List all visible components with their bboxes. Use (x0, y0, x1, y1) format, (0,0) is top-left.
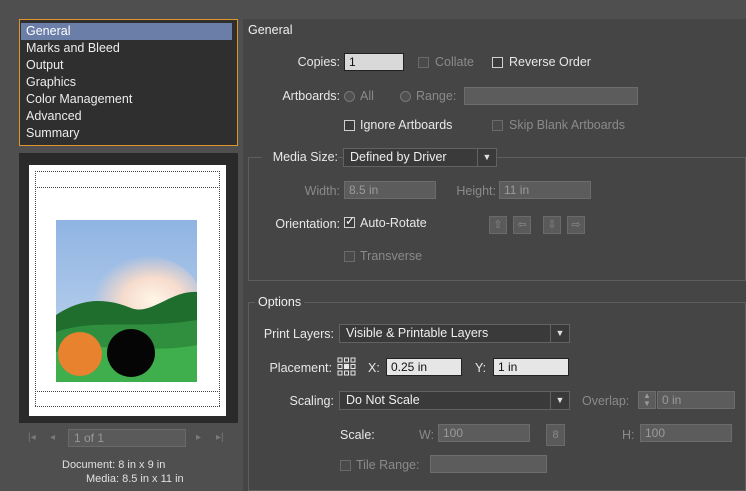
category-graphics[interactable]: Graphics (26, 74, 76, 91)
width-input[interactable]: 8.5 in (344, 181, 436, 199)
artboards-label: Artboards: (282, 89, 340, 103)
category-color-management[interactable]: Color Management (26, 91, 132, 108)
transverse-checkbox[interactable] (344, 251, 355, 262)
next-page-icon[interactable]: ▸ (196, 432, 201, 443)
overlap-stepper[interactable]: ▲ ▼ (638, 391, 656, 409)
auto-rotate-label: Auto-Rotate (360, 216, 427, 230)
scale-height-input[interactable]: 100 (640, 424, 732, 442)
placement-grid-icon[interactable] (337, 357, 356, 376)
flipped-portrait-orientation-icon[interactable]: ⇩ (543, 216, 561, 234)
portrait-orientation-icon[interactable]: ⇧ (489, 216, 507, 234)
artboard-range-input[interactable] (464, 87, 638, 105)
collate-label: Collate (435, 55, 474, 69)
category-advanced[interactable]: Advanced (26, 108, 82, 125)
copies-input[interactable]: 1 (344, 53, 404, 71)
y-position-input[interactable]: 1 in (493, 358, 569, 376)
skip-blank-artboards-checkbox[interactable] (492, 120, 503, 131)
copies-label: Copies: (297, 55, 340, 69)
print-layers-label: Print Layers: (263, 327, 334, 341)
placement-label: Placement: (269, 361, 332, 375)
section-title-options: Options (255, 295, 305, 309)
category-list[interactable]: General Marks and Bleed Output Graphics … (19, 19, 238, 146)
y-label: Y: (475, 361, 487, 375)
last-page-icon[interactable]: ▸| (216, 432, 224, 443)
x-position-input[interactable]: 0.25 in (386, 358, 462, 376)
landscape-orientation-icon[interactable]: ⇦ (513, 216, 531, 234)
preview-page (29, 165, 226, 416)
document-size-info: Document: 8 in x 9 in (62, 459, 166, 471)
ignore-artboards-checkbox[interactable] (344, 120, 355, 131)
scaling-label: Scaling: (289, 394, 334, 408)
scale-width-input[interactable]: 100 (438, 424, 530, 442)
media-size-label: Media Size: (262, 150, 338, 164)
artboards-range-label: Range: (416, 89, 457, 103)
skip-blank-artboards-label: Skip Blank Artboards (509, 118, 626, 132)
media-size-value: Defined by Driver (350, 150, 447, 164)
tile-range-checkbox[interactable] (340, 460, 351, 471)
artboards-all-radio[interactable] (344, 91, 355, 102)
link-proportions-icon[interactable]: 8 (546, 424, 565, 446)
previous-page-icon[interactable]: ◂ (50, 432, 55, 443)
page-indicator-field[interactable]: 1 of 1 (68, 429, 186, 447)
scaling-dropdown[interactable]: Do Not Scale ▼ (339, 391, 570, 410)
overlap-label: Overlap: (582, 394, 630, 408)
collate-checkbox[interactable] (418, 57, 429, 68)
media-size-dropdown[interactable]: Defined by Driver ▼ (343, 148, 497, 167)
category-general[interactable]: General (21, 23, 232, 40)
chevron-down-icon: ▼ (477, 149, 496, 166)
flipped-landscape-orientation-icon[interactable]: ⇨ (567, 216, 585, 234)
category-summary[interactable]: Summary (26, 125, 79, 142)
category-output[interactable]: Output (26, 57, 64, 74)
print-layers-value: Visible & Printable Layers (346, 326, 489, 340)
scale-w-label: W: (419, 428, 435, 442)
tile-range-label: Tile Range: (356, 458, 420, 472)
reverse-order-label: Reverse Order (509, 55, 591, 69)
scale-label: Scale: (340, 428, 375, 442)
transverse-label: Transverse (360, 249, 423, 263)
overlap-input[interactable]: 0 in (657, 391, 735, 409)
x-label: X: (368, 361, 380, 375)
artboards-all-label: All (360, 89, 374, 103)
category-marks-and-bleed[interactable]: Marks and Bleed (26, 40, 120, 57)
section-title-general: General (248, 23, 293, 37)
media-size-info: Media: 8.5 in x 11 in (86, 473, 184, 485)
scale-h-label: H: (622, 428, 635, 442)
orange-circle (58, 332, 102, 376)
first-page-icon[interactable]: |◂ (28, 432, 36, 443)
scaling-value: Do Not Scale (346, 393, 420, 407)
artwork-preview (56, 220, 197, 382)
ignore-artboards-label: Ignore Artboards (360, 118, 453, 132)
height-input[interactable]: 11 in (499, 181, 591, 199)
chevron-down-icon: ▼ (550, 392, 569, 409)
print-layers-dropdown[interactable]: Visible & Printable Layers ▼ (339, 324, 570, 343)
chevron-down-icon: ▼ (550, 325, 569, 342)
black-circle (107, 329, 155, 377)
orientation-label: Orientation: (275, 217, 340, 231)
artboards-range-radio[interactable] (400, 91, 411, 102)
height-label: Height: (456, 184, 496, 198)
tile-range-input[interactable] (430, 455, 547, 473)
width-label: Width: (304, 184, 340, 198)
reverse-order-checkbox[interactable] (492, 57, 503, 68)
auto-rotate-checkbox[interactable] (344, 214, 355, 228)
